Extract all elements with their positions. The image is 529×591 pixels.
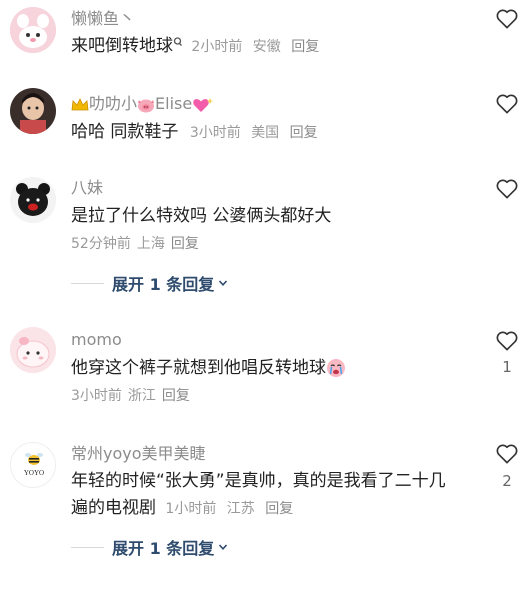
heart-outline-icon[interactable] [496, 9, 518, 29]
comment-meta: 3小时前 浙江 回复 [71, 386, 190, 406]
comment-location: 浙江 [127, 388, 156, 404]
avatar-image [10, 327, 56, 373]
reply-button[interactable]: 回复 [171, 236, 199, 252]
comment-location: 上海 [136, 236, 165, 252]
chevron-down-icon [219, 280, 228, 286]
avatar[interactable] [10, 88, 56, 134]
username[interactable]: 懒懒鱼丶 [71, 9, 135, 29]
avatar-image [10, 177, 56, 223]
location-pin-icon [173, 37, 182, 46]
comment-time: 3小时前 [189, 125, 241, 141]
heart-outline-icon[interactable] [496, 94, 518, 114]
comment-text: 来吧倒转地球 2小时前 安徽 回复 [71, 33, 325, 60]
avatar-image [10, 7, 56, 53]
username[interactable]: momo [71, 330, 122, 350]
like-count: 2 [502, 472, 512, 490]
comment-text: 哈哈 同款鞋子 3小时前 美国 回复 [71, 119, 324, 146]
crying-face-emoji-icon [327, 359, 345, 377]
avatar-image [10, 88, 56, 134]
crown-emoji-icon [71, 97, 89, 110]
heart-outline-icon[interactable] [496, 444, 518, 464]
comment-time: 52分钟前 [71, 236, 131, 252]
comment-text-content: 遍的电视剧 [71, 498, 156, 518]
comment-time: 2小时前 [191, 39, 243, 55]
heart-sparkle-emoji-icon [193, 97, 214, 112]
comment-text-content: 哈哈 同款鞋子 [71, 122, 179, 142]
reply-button[interactable]: 回复 [291, 39, 319, 55]
comment-location: 安徽 [252, 39, 281, 55]
heart-outline-icon[interactable] [496, 179, 518, 199]
avatar[interactable] [10, 7, 56, 53]
avatar[interactable] [10, 327, 56, 373]
username[interactable]: 叻叻小 Elise [71, 94, 214, 114]
avatar[interactable]: YOYO [10, 442, 56, 488]
comment-location: 江苏 [226, 501, 255, 517]
reply-button[interactable]: 回复 [290, 125, 318, 141]
comment-text-line2: 遍的电视剧 1小时前 江苏 回复 [71, 495, 299, 522]
expand-replies-label: 展开 1 条回复 [112, 275, 215, 294]
avatar-logo-text: YOYO [24, 469, 44, 477]
reply-button[interactable]: 回复 [265, 501, 293, 517]
comment-item: 懒懒鱼丶 来吧倒转地球 2小时前 安徽 回复 [0, 0, 529, 80]
comment-text-line1: 年轻的时候“张大勇”是真帅，真的是我看了二十几 [71, 471, 446, 491]
bee-logo-icon: YOYO [11, 443, 55, 487]
comment-item: 叻叻小 Elise 哈哈 同款鞋子 3小时前 美国 回复 [0, 80, 529, 170]
comment-item: YOYO 常州yoyo美甲美睫 年轻的时候“张大勇”是真帅，真的是我看了二十几 … [0, 432, 529, 591]
comment-text-content: 他穿这个裤子就想到他唱反转地球 [71, 358, 326, 378]
username-prefix: 叻叻小 [89, 94, 138, 113]
comment-time: 1小时前 [165, 501, 217, 517]
pig-emoji-icon [138, 99, 155, 112]
reply-button[interactable]: 回复 [162, 388, 190, 404]
expand-replies-label: 展开 1 条回复 [112, 539, 215, 558]
chevron-down-icon [219, 544, 228, 550]
divider [71, 546, 104, 548]
avatar[interactable] [10, 177, 56, 223]
comment-time: 3小时前 [71, 388, 122, 404]
username-suffix: Elise [155, 94, 193, 113]
comment-location: 美国 [251, 125, 280, 141]
username[interactable]: 八妹 [71, 178, 103, 198]
username[interactable]: 常州yoyo美甲美睫 [71, 444, 206, 464]
comment-item: momo 他穿这个裤子就想到他唱反转地球 3小时前 浙江 回复 1 [0, 320, 529, 420]
heart-outline-icon[interactable] [496, 331, 518, 351]
comment-text-content: 来吧倒转地球 [71, 36, 173, 56]
expand-replies-button[interactable]: 展开 1 条回复 [71, 271, 228, 295]
comment-item: 八妹 是拉了什么特效吗 公婆俩头都好大 52分钟前 上海 回复 展开 1 条回复 [0, 170, 529, 300]
divider [71, 282, 104, 284]
comment-text: 是拉了什么特效吗 公婆俩头都好大 [71, 206, 332, 226]
expand-replies-button[interactable]: 展开 1 条回复 [71, 535, 228, 559]
like-count: 1 [502, 358, 512, 376]
comment-meta: 52分钟前 上海 回复 [71, 234, 199, 254]
comment-text: 他穿这个裤子就想到他唱反转地球 [71, 355, 346, 381]
